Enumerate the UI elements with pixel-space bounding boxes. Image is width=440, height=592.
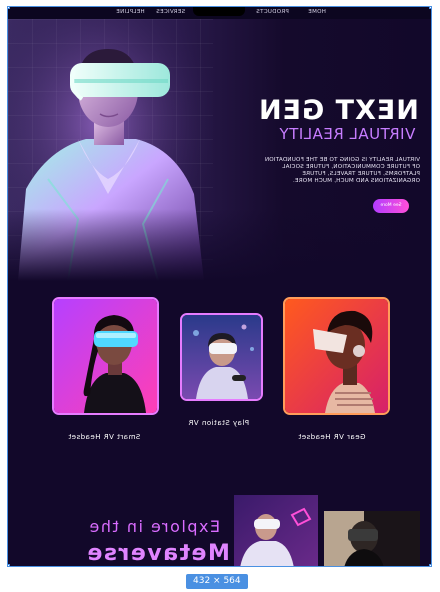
hero-section: NEXT GEN VIRTUAL REALITY VIRTUAL REALITY… bbox=[8, 19, 431, 281]
hero-description-line: VIRTUAL REALITY IS GOING TO BE THE FOUND… bbox=[264, 157, 420, 163]
page: HELPLINE SERVICES PRODUCTS HOME NEXT GEN… bbox=[8, 7, 431, 566]
explore-collage-image bbox=[234, 495, 420, 566]
card-caption-gear-vr: Gear VR Headset bbox=[298, 433, 366, 441]
product-card-smart-vr[interactable]: Smart VR Headset bbox=[52, 297, 159, 415]
hero-description-line: ORGANIZATIONS AND MUCH, MUCH MORE. bbox=[292, 178, 420, 184]
hero-description-line: PLATFORMS, FUTURE TRAVELS, FUTURE bbox=[302, 171, 420, 177]
nav-notch bbox=[193, 7, 245, 16]
hero-title: NEXT GEN bbox=[258, 95, 419, 126]
see-more-button[interactable]: See More bbox=[373, 199, 409, 213]
product-card-gear-vr[interactable] bbox=[283, 297, 390, 415]
gear-vr-headset-image bbox=[285, 299, 388, 413]
play-station-vr-image bbox=[182, 315, 261, 399]
resize-handle-bottom-left[interactable] bbox=[8, 564, 10, 566]
resize-handle-top-right[interactable] bbox=[429, 7, 431, 9]
hero-title-text: NEXT GEN bbox=[258, 95, 419, 126]
explore-heading-line2: Metaverse bbox=[86, 541, 230, 566]
hero-description: VIRTUAL REALITY IS GOING TO BE THE FOUND… bbox=[220, 157, 420, 185]
smart-vr-headset-image bbox=[54, 299, 157, 413]
card-caption-play-station-vr: Play Station VR bbox=[188, 419, 250, 427]
nav-link-helpline[interactable]: HELPLINE bbox=[116, 9, 145, 15]
dimension-badge: 432 × 564 bbox=[186, 574, 248, 589]
hero-fade bbox=[8, 209, 431, 281]
resize-handle-top-left[interactable] bbox=[8, 7, 10, 9]
canvas-frame[interactable]: HELPLINE SERVICES PRODUCTS HOME NEXT GEN… bbox=[7, 6, 432, 567]
hero-subtitle: VIRTUAL REALITY bbox=[279, 125, 415, 143]
card-caption-smart-vr: Smart VR Headset bbox=[68, 433, 141, 441]
explore-heading-line1: Explore in the bbox=[88, 517, 221, 536]
nav-link-products[interactable]: PRODUCTS bbox=[256, 9, 289, 15]
product-card-play-station-vr[interactable] bbox=[180, 313, 263, 401]
nav-link-services[interactable]: SERVICES bbox=[156, 9, 185, 15]
hero-description-line: OF FUTURE COMMUNICATION, FUTURE SOCIAL bbox=[282, 164, 420, 170]
nav-link-home[interactable]: HOME bbox=[308, 9, 326, 15]
navbar: HELPLINE SERVICES PRODUCTS HOME bbox=[8, 7, 431, 19]
resize-handle-bottom-right[interactable] bbox=[429, 564, 431, 566]
hero-subtitle-text: VIRTUAL REALITY bbox=[278, 125, 415, 143]
